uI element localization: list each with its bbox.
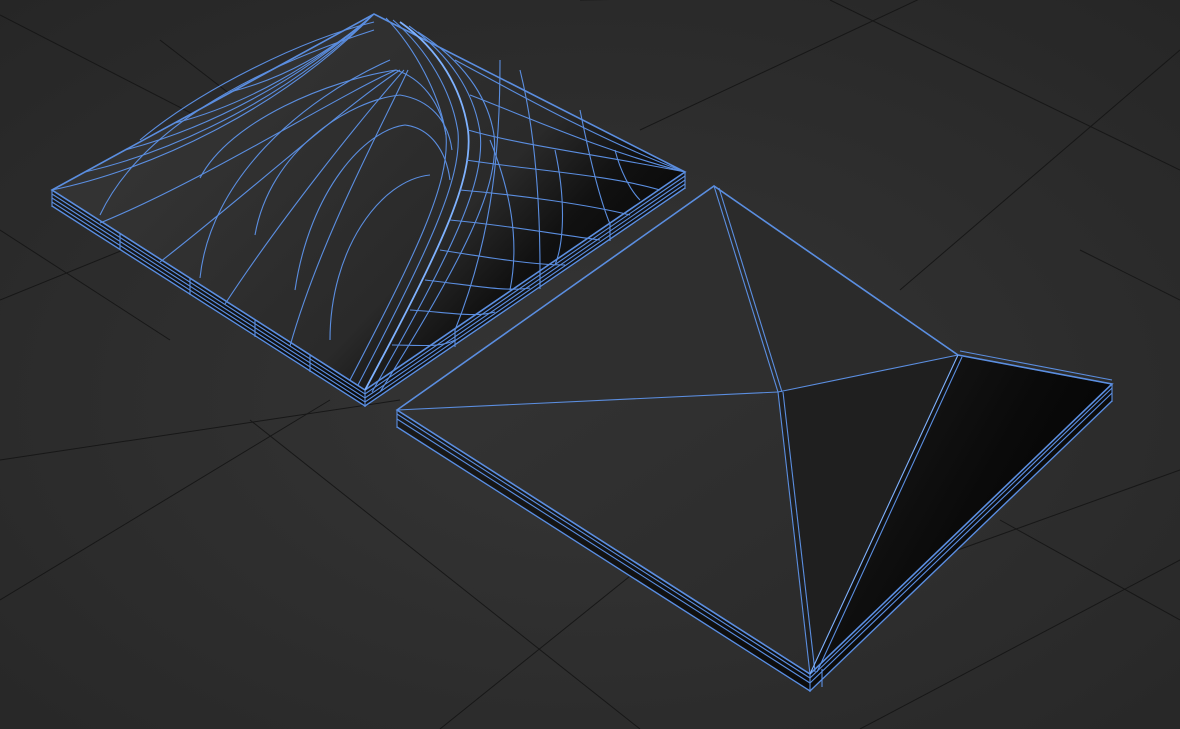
3d-viewport[interactable] <box>0 0 1180 729</box>
viewport-scene[interactable] <box>0 0 1180 729</box>
